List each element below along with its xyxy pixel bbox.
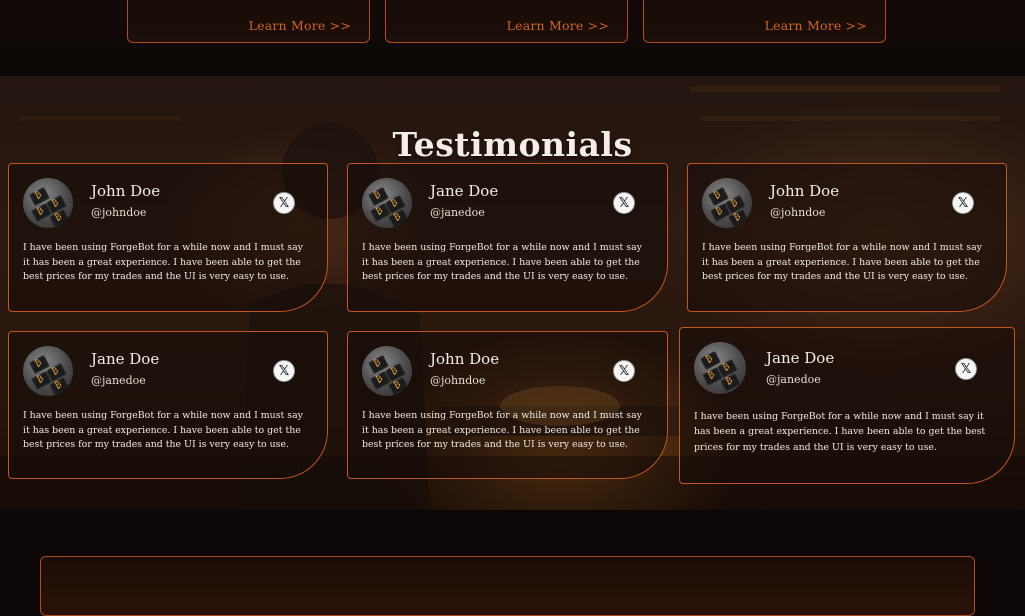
testimonial-card: Jane Doe @janedoe 𝕏 I have been using Fo…: [347, 163, 668, 312]
x-icon[interactable]: 𝕏: [273, 360, 295, 382]
avatar: [362, 346, 412, 396]
feature-card: Learn More >>: [643, 0, 886, 43]
avatar: [23, 178, 73, 228]
testimonial-text: I have been using ForgeBot for a while n…: [362, 242, 642, 283]
testimonial-card: John Doe @johndoe 𝕏 I have been using Fo…: [8, 163, 328, 312]
avatar: [23, 346, 73, 396]
x-icon[interactable]: 𝕏: [952, 192, 974, 214]
reviewer-name: John Doe: [770, 182, 840, 200]
reviewer-name: John Doe: [430, 350, 500, 368]
x-icon[interactable]: 𝕏: [613, 360, 635, 382]
features-strip: Learn More >> Learn More >> Learn More >…: [0, 0, 1025, 76]
avatar: [702, 178, 752, 228]
testimonials-section: Testimonials John Doe @johndoe 𝕏 I have …: [0, 76, 1025, 510]
x-icon[interactable]: 𝕏: [955, 358, 977, 380]
testimonials-title: Testimonials: [392, 125, 633, 165]
learn-more-link[interactable]: Learn More >>: [249, 18, 351, 33]
reviewer-handle: @janedoe: [91, 374, 146, 387]
testimonial-card: John Doe @johndoe 𝕏 I have been using Fo…: [687, 163, 1007, 312]
reviewer-handle: @janedoe: [430, 206, 485, 219]
reviewer-handle: @janedoe: [766, 373, 821, 386]
bottom-panel: [40, 556, 975, 616]
reviewer-name: John Doe: [91, 182, 161, 200]
reviewer-handle: @johndoe: [770, 206, 826, 219]
testimonial-card: Jane Doe @janedoe 𝕏 I have been using Fo…: [679, 327, 1015, 484]
testimonial-text: I have been using ForgeBot for a while n…: [362, 410, 642, 451]
reviewer-handle: @johndoe: [91, 206, 147, 219]
reviewer-name: Jane Doe: [430, 182, 499, 200]
x-icon[interactable]: 𝕏: [273, 192, 295, 214]
feature-card: Learn More >>: [127, 0, 370, 43]
avatar: [362, 178, 412, 228]
learn-more-link[interactable]: Learn More >>: [507, 18, 609, 33]
testimonial-text: I have been using ForgeBot for a while n…: [702, 242, 982, 283]
avatar: [694, 342, 746, 394]
feature-card: Learn More >>: [385, 0, 628, 43]
x-icon[interactable]: 𝕏: [613, 192, 635, 214]
reviewer-name: Jane Doe: [766, 349, 835, 367]
testimonial-text: I have been using ForgeBot for a while n…: [23, 242, 303, 283]
testimonial-card: John Doe @johndoe 𝕏 I have been using Fo…: [347, 331, 668, 479]
reviewer-handle: @johndoe: [430, 374, 486, 387]
testimonial-text: I have been using ForgeBot for a while n…: [23, 410, 303, 451]
learn-more-link[interactable]: Learn More >>: [765, 18, 867, 33]
reviewer-name: Jane Doe: [91, 350, 160, 368]
testimonial-text: I have been using ForgeBot for a while n…: [694, 411, 986, 453]
testimonial-card: Jane Doe @janedoe 𝕏 I have been using Fo…: [8, 331, 328, 479]
